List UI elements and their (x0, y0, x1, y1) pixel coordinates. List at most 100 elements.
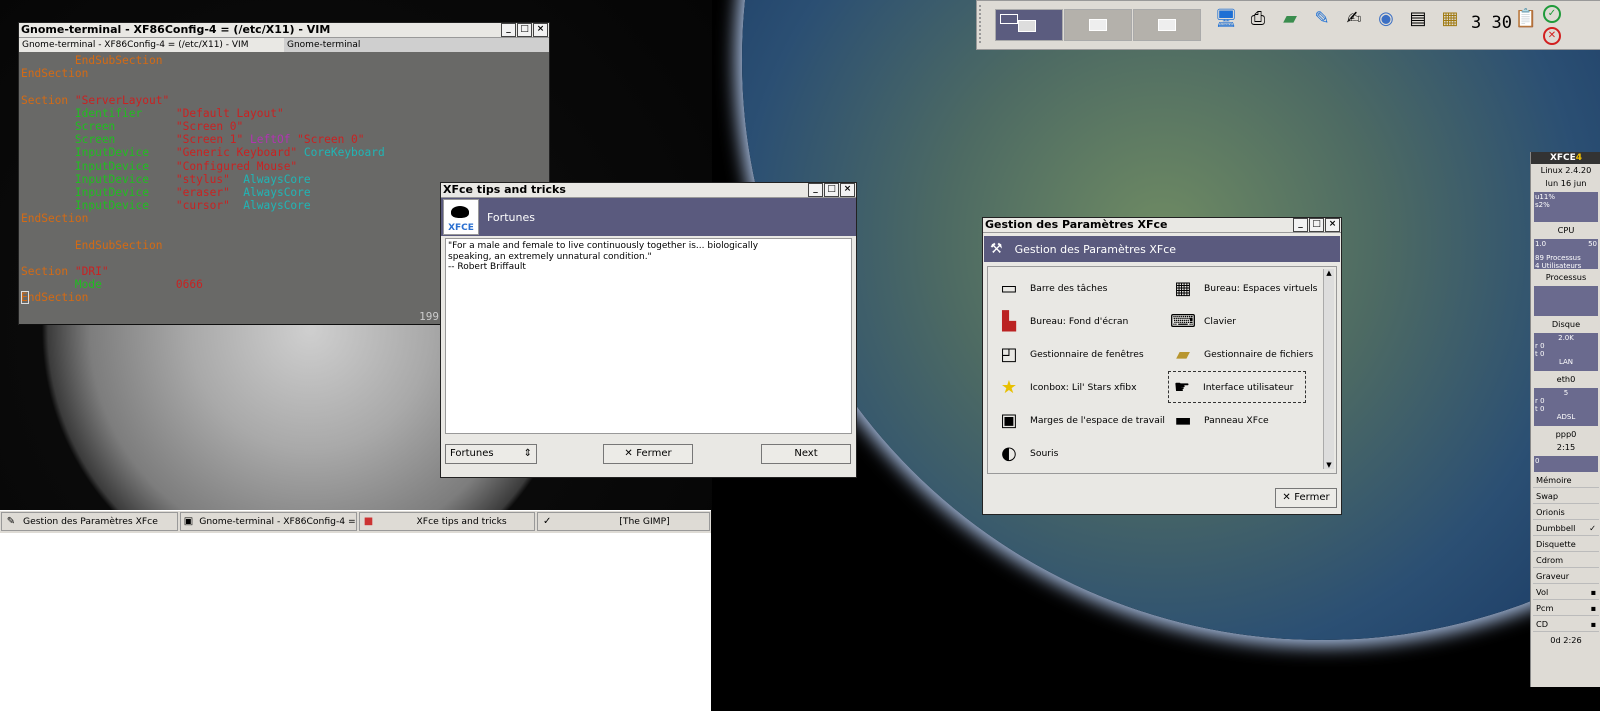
task-terminal[interactable]: ▣ Gnome-terminal - XF86Config-4 = (/et (179, 512, 357, 531)
kernel-version: Linux 2.4.20 (1540, 165, 1592, 175)
close-button[interactable]: × (1325, 218, 1340, 232)
dumbbell-button[interactable]: Dumbbell ✓ (1533, 522, 1599, 536)
scroll-up-icon[interactable]: ▲ (1324, 269, 1334, 277)
terminal-icon[interactable]: ▤ (1405, 6, 1431, 32)
notes-icon[interactable]: ✍ (1341, 6, 1367, 32)
workspace-1[interactable] (995, 9, 1063, 41)
folder-icon[interactable]: ▰ (1277, 6, 1303, 32)
quit-icon[interactable]: ✕ (1543, 27, 1561, 45)
paint-icon[interactable]: ✎ (1309, 6, 1335, 32)
updown-arrow-icon: ⇕ (523, 448, 532, 459)
settings-item-virtual-desktops[interactable]: ▦ Bureau: Espaces virtuels (1170, 273, 1317, 303)
tips-banner: XFCE Fortunes (441, 198, 856, 236)
top-panel: 🖥 ⎙ ▰ ✎ ✍ ◉ ▤ ▦ 3 30 📋 ✓ ✕ (976, 0, 1600, 50)
uptime: 0d 2:26 (1550, 635, 1582, 645)
panel-icon: ▬ (1174, 409, 1192, 431)
close-button[interactable]: × (840, 183, 855, 197)
maximize-button[interactable]: □ (1309, 218, 1324, 232)
graveur-button[interactable]: Graveur (1533, 570, 1599, 584)
star-icon: ★ (1000, 376, 1018, 398)
printer-icon[interactable]: ⎙ (1245, 6, 1271, 32)
process-label: Processus (1545, 272, 1587, 282)
vim-line: Screen "Screen 1" LeftOf "Screen 0" (21, 133, 365, 147)
disk-graph: 2.0K r 0t 0 LAN (1534, 333, 1598, 371)
fortune-line: speaking, an extremely unnatural conditi… (448, 251, 652, 262)
fortune-text-area[interactable]: "For a male and female to live continuou… (445, 238, 852, 434)
terminal-tabs: Gnome-terminal - XF86Config-4 = (/etc/X1… (19, 38, 549, 52)
calendar-icon[interactable]: ▦ (1437, 6, 1463, 32)
globe-icon[interactable]: ◉ (1373, 6, 1399, 32)
minimize-button[interactable]: _ (1293, 218, 1308, 232)
disk-label: Disque (1551, 319, 1581, 329)
fortune-type-select[interactable]: Fortunes ⇕ (445, 444, 537, 464)
maximize-button[interactable]: □ (517, 23, 532, 37)
close-button[interactable]: × (533, 23, 548, 37)
mixer-pcm[interactable]: Pcm ▪ (1533, 602, 1599, 616)
tips-banner-title: Fortunes (487, 210, 535, 224)
vim-line: EndSection (21, 67, 89, 81)
next-button[interactable]: Next (761, 444, 851, 464)
tips-titlebar[interactable]: XFce tips and tricks _ □ × (441, 183, 856, 198)
mouse-icon: ◐ (1001, 442, 1017, 464)
terminal-tab-vim[interactable]: Gnome-terminal - XF86Config-4 = (/etc/X1… (19, 38, 284, 52)
ppp0-label: ppp0 (1555, 429, 1577, 439)
panel-handle[interactable] (979, 5, 987, 43)
disquette-button[interactable]: Disquette (1533, 538, 1599, 552)
fortune-line: "For a male and female to live continuou… (448, 241, 759, 251)
settings-titlebar[interactable]: Gestion des Paramètres XFce _ □ × (983, 218, 1341, 233)
settings-item-window-manager[interactable]: ◰ Gestionnaire de fenêtres (996, 339, 1143, 369)
workspace-2[interactable] (1064, 9, 1132, 41)
vim-line (21, 80, 549, 93)
minimize-button[interactable]: _ (808, 183, 823, 197)
settings-scrollbar[interactable]: ▲ ▼ (1323, 269, 1334, 469)
settings-item-file-manager[interactable]: ▰ Gestionnaire de fichiers (1170, 339, 1313, 369)
tips-buttonbar: Fortunes ⇕ ✕ Fermer Next (441, 436, 856, 468)
clock[interactable]: 3 30 (1471, 13, 1512, 33)
date[interactable]: lun 16 jun (1531, 177, 1600, 190)
settings-fermer-button[interactable]: ✕ Fermer (1275, 488, 1337, 508)
minimize-button[interactable]: _ (501, 23, 516, 37)
check-icon: ✓ (1589, 523, 1596, 533)
orionis-button[interactable]: Orionis (1533, 506, 1599, 520)
cpu-label: CPU (1557, 225, 1575, 235)
task-label: XFce tips and tricks (416, 516, 507, 527)
fermer-button[interactable]: ✕ Fermer (603, 444, 693, 464)
ppp0-graph: 0 (1534, 456, 1598, 472)
tips-window[interactable]: XFce tips and tricks _ □ × XFCE Fortunes… (440, 182, 857, 478)
task-gimp[interactable]: ✓ [The GIMP] (537, 512, 711, 531)
settings-item-iconbox[interactable]: ★ Iconbox: Lil' Stars xfibx (996, 372, 1137, 402)
monitor-icon[interactable]: 🖥 (1213, 6, 1239, 32)
task-label: Gestion des Paramètres XFce (23, 516, 158, 527)
cpu-graph: u11% s2% (1534, 192, 1598, 222)
vim-line: InputDevice "Generic Keyboard" CoreKeybo… (21, 146, 385, 160)
right-panel: XFCE4 Linux 2.4.20 lun 16 jun u11% s2% CP… (1530, 152, 1600, 687)
settings-banner-title: Gestion des Paramètres XFce (1014, 242, 1177, 256)
memory-button[interactable]: Mémoire (1533, 474, 1599, 488)
swap-button[interactable]: Swap (1533, 490, 1599, 504)
cdrom-button[interactable]: Cdrom (1533, 554, 1599, 568)
settings-item-mouse[interactable]: ◐ Souris (996, 438, 1058, 468)
settings-item-keyboard[interactable]: ⌨ Clavier (1170, 306, 1236, 336)
maximize-button[interactable]: □ (824, 183, 839, 197)
terminal-tab-gnome[interactable]: Gnome-terminal (284, 38, 549, 52)
terminal-icon: ▣ (183, 515, 194, 527)
vim-line: Screen "Screen 0" (21, 119, 244, 133)
ok-icon[interactable]: ✓ (1543, 5, 1561, 23)
settings-window[interactable]: Gestion des Paramètres XFce _ □ × ⚒ Gest… (982, 217, 1342, 515)
settings-item-panel[interactable]: ▬ Panneau XFce (1170, 405, 1268, 435)
terminal-titlebar[interactable]: Gnome-terminal - XF86Config-4 = (/etc/X1… (19, 23, 549, 38)
task-settings[interactable]: ✎ Gestion des Paramètres XFce (1, 512, 178, 531)
settings-item-user-interface[interactable]: ☛ Interface utilisateur (1168, 371, 1307, 403)
settings-item-taskbar[interactable]: ▭ Barre des tâches (996, 273, 1107, 303)
folder-icon: ▰ (1176, 343, 1190, 365)
mixer-vol[interactable]: Vol ▪ (1533, 586, 1599, 600)
text-cursor (21, 291, 29, 304)
settings-item-wallpaper[interactable]: ▙ Bureau: Fond d'écran (996, 306, 1128, 336)
settings-item-workspace-margins[interactable]: ▣ Marges de l'espace de travail (996, 405, 1164, 435)
workspace-3[interactable] (1133, 9, 1201, 41)
task-tips[interactable]: ■ XFce tips and tricks (358, 512, 536, 531)
scroll-down-icon[interactable]: ▼ (1324, 461, 1334, 469)
clipboard-icon[interactable]: 📋 (1513, 6, 1539, 32)
process-graph (1534, 286, 1598, 316)
mixer-cd[interactable]: CD ▪ (1533, 618, 1599, 632)
